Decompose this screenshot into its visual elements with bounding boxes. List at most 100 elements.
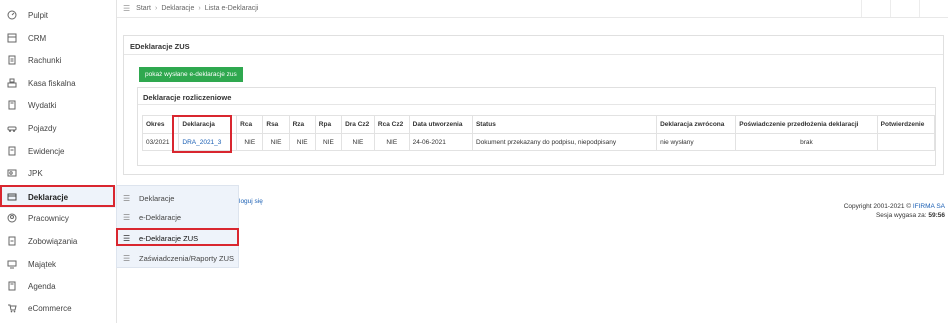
- dashboard-icon: [6, 9, 18, 21]
- session-label: Sesja wygasa za:: [875, 212, 927, 219]
- sidebar-item-label: eCommerce: [28, 303, 72, 313]
- logout-link[interactable]: loguj się: [239, 198, 263, 205]
- assets-icon: [6, 258, 18, 270]
- submenu-item-label: Zaświadczenia/Raporty ZUS: [139, 253, 235, 263]
- breadcrumb: Start › Deklaracje › Lista e-Deklaracji: [136, 5, 258, 12]
- topbar-action[interactable]: [919, 0, 948, 17]
- column-header: Data utworzenia: [408, 115, 473, 134]
- submenu-item-e-deklaracje-zus[interactable]: ☰ e-Deklaracje ZUS: [116, 228, 239, 248]
- breadcrumb-start[interactable]: Start: [136, 5, 151, 12]
- sidebar-item-ewidencje[interactable]: Ewidencje: [0, 140, 116, 162]
- agenda-icon: [6, 280, 18, 292]
- sidebar-item-deklaracje[interactable]: Deklaracje: [0, 185, 116, 208]
- sidebar-item-label: Wydatki: [28, 100, 57, 110]
- session-timer: 59:56: [928, 212, 945, 219]
- sidebar-item-jpk[interactable]: JPK: [0, 162, 116, 184]
- sidebar-item-label: Agenda: [28, 281, 56, 291]
- table-cell: NIE: [373, 133, 410, 151]
- sidebar-item-crm[interactable]: CRM: [0, 27, 116, 49]
- sidebar-item-label: Ewidencje: [28, 146, 65, 156]
- list-icon: ☰: [123, 253, 131, 263]
- edeklaracje-panel: EDeklaracje ZUS pokaż wysłane e-deklarac…: [123, 35, 944, 175]
- sidebar-item-pracownicy[interactable]: Pracownicy: [0, 207, 116, 229]
- sidebar-item-pulpit[interactable]: Pulpit: [0, 4, 116, 26]
- table-cell: NIE: [262, 133, 290, 151]
- sidebar-item-label: Deklaracje: [28, 192, 69, 202]
- sidebar: Pulpit CRM Rachunki Kasa fiskalna Wydatk…: [0, 0, 117, 323]
- table-header-row: Okres Deklaracja Rca Rsa Rza Rpa Dra Cz2…: [141, 115, 936, 134]
- certificate-cell: brak: [735, 133, 878, 151]
- returned-cell: nie wysłany: [656, 133, 737, 151]
- deklaracje-submenu: ☰ Deklaracje ☰ e-Deklaracje ☰ e-Deklarac…: [116, 185, 239, 268]
- table-cell: NIE: [341, 133, 375, 151]
- column-header: Status: [471, 115, 658, 134]
- table-row: 03/2021 DRA_2021_3 NIE NIE NIE NIE NIE N…: [141, 133, 936, 151]
- sidebar-item-majatek[interactable]: Majątek: [0, 253, 116, 275]
- column-header: Potwierdzenie: [876, 115, 936, 134]
- topbar-action[interactable]: [890, 0, 919, 17]
- sidebar-item-label: Kasa fiskalna: [28, 78, 76, 88]
- table-cell: NIE: [236, 133, 264, 151]
- brand-link[interactable]: IFIRMA SA: [913, 203, 945, 210]
- created-date-cell: 24-06-2021: [408, 133, 473, 151]
- list-icon: ☰: [123, 193, 131, 203]
- topbar-action[interactable]: [861, 0, 890, 17]
- confirmation-cell: [876, 133, 936, 151]
- column-header: Rca Cz2: [373, 115, 410, 134]
- sidebar-item-zobowiazania[interactable]: Zobowiązania: [0, 230, 116, 252]
- sidebar-item-ecommerce[interactable]: eCommerce: [0, 297, 116, 319]
- declaration-highlight: [172, 115, 232, 153]
- menu-icon[interactable]: ☰: [123, 4, 130, 13]
- sidebar-item-label: Majątek: [28, 259, 57, 269]
- sidebar-item-agenda[interactable]: Agenda: [0, 275, 116, 297]
- footer: Copyright 2001-2021 © IFIRMA SA Sesja wy…: [844, 202, 945, 220]
- list-icon: ☰: [123, 233, 131, 243]
- column-header: Poświadczenie przedłożenia deklaracji: [735, 115, 878, 134]
- divider: [124, 54, 943, 55]
- topbar-actions: [861, 0, 948, 17]
- breadcrumb-separator-icon: ›: [154, 5, 158, 12]
- copyright-text: Copyright 2001-2021 ©: [843, 203, 912, 210]
- table-cell: NIE: [288, 133, 316, 151]
- crm-icon: [6, 32, 18, 44]
- sidebar-item-wydatki[interactable]: Wydatki: [0, 94, 116, 116]
- employees-icon: [6, 212, 18, 224]
- column-header: Rza: [288, 115, 316, 134]
- sidebar-item-pojazdy[interactable]: Pojazdy: [0, 117, 116, 139]
- invoice-icon: [6, 54, 18, 66]
- sidebar-item-label: Zobowiązania: [28, 236, 78, 246]
- submenu-item-deklaracje[interactable]: ☰ Deklaracje: [117, 188, 238, 208]
- submenu-item-label: Deklaracje: [139, 193, 175, 203]
- topbar: ☰ Start › Deklaracje › Lista e-Deklaracj…: [117, 0, 948, 18]
- records-icon: [6, 145, 18, 157]
- sidebar-item-label: Pulpit: [28, 10, 49, 20]
- sidebar-item-rachunki[interactable]: Rachunki: [0, 49, 116, 71]
- show-sent-edeclarations-button[interactable]: pokaż wysłane e-deklaracje zus: [139, 67, 243, 82]
- column-header: Rca: [236, 115, 264, 134]
- table-cell: NIE: [314, 133, 343, 151]
- jpk-icon: [6, 167, 18, 179]
- submenu-item-label: e-Deklaracje ZUS: [139, 233, 199, 243]
- liabilities-icon: [6, 235, 18, 247]
- divider: [138, 104, 935, 105]
- submenu-item-zaswiadczenia[interactable]: ☰ Zaświadczenia/Raporty ZUS: [117, 248, 238, 268]
- column-header: Rpa: [314, 115, 343, 134]
- status-cell: Dokument przekazany do podpisu, niepodpi…: [471, 133, 658, 151]
- expenses-icon: [6, 99, 18, 111]
- breadcrumb-separator-icon: ›: [198, 5, 201, 12]
- page-title: EDeklaracje ZUS: [130, 42, 190, 51]
- column-header: Dra Cz2: [341, 115, 375, 134]
- column-header: Rsa: [262, 115, 290, 134]
- list-icon: ☰: [123, 212, 131, 222]
- submenu-item-e-deklaracje[interactable]: ☰ e-Deklaracje: [117, 207, 238, 227]
- submenu-item-label: e-Deklaracje: [139, 212, 182, 222]
- section-title: Deklaracje rozliczeniowe: [143, 93, 232, 102]
- breadcrumb-current: Lista e-Deklaracji: [204, 5, 259, 12]
- sidebar-item-label: Rachunki: [28, 55, 62, 65]
- sidebar-item-kasa-fiskalna[interactable]: Kasa fiskalna: [0, 72, 116, 94]
- sidebar-item-label: Pracownicy: [28, 213, 69, 223]
- sidebar-item-label: CRM: [28, 33, 47, 43]
- settlement-declarations-box: Deklaracje rozliczeniowe Okres Deklaracj…: [137, 87, 936, 166]
- breadcrumb-section[interactable]: Deklaracje: [161, 5, 194, 12]
- car-icon: [6, 122, 18, 134]
